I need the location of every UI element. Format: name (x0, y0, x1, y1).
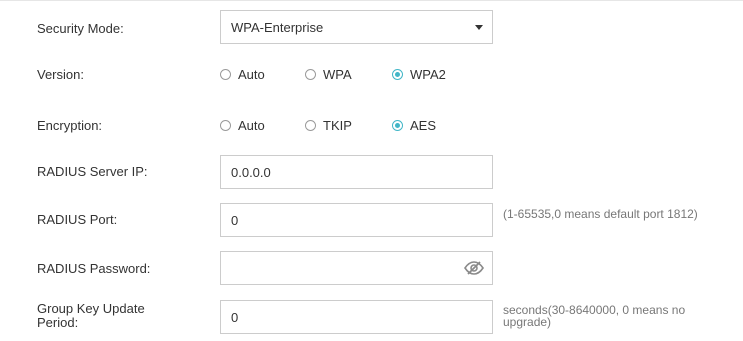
radio-label: TKIP (323, 118, 352, 133)
radius-port-label: RADIUS Port: (37, 212, 118, 227)
encryption-radio-auto[interactable]: Auto (220, 118, 265, 133)
group-key-update-hint: seconds(30-8640000, 0 means no upgrade) (503, 303, 686, 329)
radio-label: AES (410, 118, 437, 133)
encryption-radio-tkip[interactable]: TKIP (305, 118, 352, 133)
radius-server-ip-value: 0.0.0.0 (231, 165, 271, 180)
radio-label: WPA2 (410, 67, 446, 82)
radius-password-input[interactable] (220, 251, 493, 285)
radio-label: Auto (238, 118, 265, 133)
eye-off-icon[interactable] (464, 261, 484, 278)
radio-off-icon (220, 120, 231, 131)
top-divider (0, 0, 743, 1)
encryption-radio-aes[interactable]: AES (392, 118, 436, 133)
radio-label: WPA (323, 67, 352, 82)
radius-port-input[interactable]: 0 (220, 203, 493, 237)
radius-server-ip-label: RADIUS Server IP: (37, 164, 148, 179)
radius-port-hint: (1-65535,0 means default port 1812) (503, 207, 698, 221)
security-mode-select[interactable]: WPA-Enterprise (220, 10, 493, 44)
group-key-update-input[interactable]: 0 (220, 300, 493, 334)
version-label: Version: (37, 67, 84, 82)
radio-off-icon (305, 120, 316, 131)
security-mode-value: WPA-Enterprise (231, 20, 324, 35)
radio-off-icon (220, 69, 231, 80)
group-key-update-label: Group Key Update Period: (37, 301, 145, 330)
radio-off-icon (305, 69, 316, 80)
radius-password-label: RADIUS Password: (37, 261, 151, 276)
radius-port-value: 0 (231, 213, 239, 228)
encryption-label: Encryption: (37, 118, 103, 133)
radio-label: Auto (238, 67, 265, 82)
radius-server-ip-input[interactable]: 0.0.0.0 (220, 155, 493, 189)
version-radio-wpa2[interactable]: WPA2 (392, 67, 446, 82)
security-mode-label: Security Mode: (37, 21, 124, 36)
version-radio-auto[interactable]: Auto (220, 67, 265, 82)
radio-on-icon (392, 120, 403, 131)
group-key-update-value: 0 (231, 310, 239, 325)
version-radio-wpa[interactable]: WPA (305, 67, 352, 82)
chevron-down-icon (475, 25, 483, 30)
radio-on-icon (392, 69, 403, 80)
